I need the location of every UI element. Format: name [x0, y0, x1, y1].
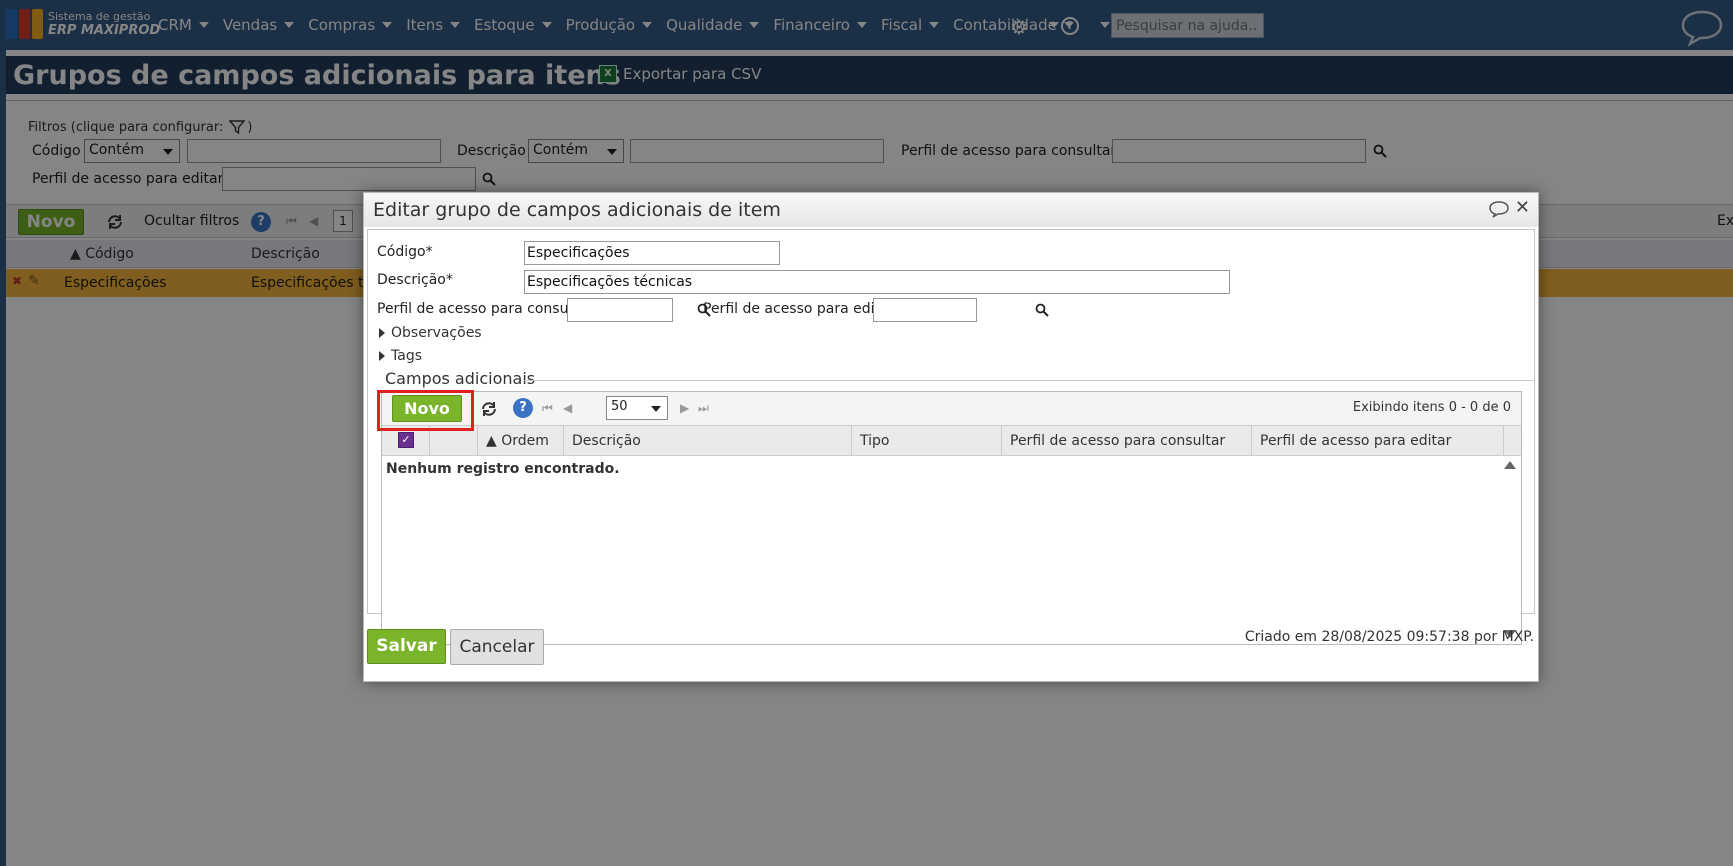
- created-info: Criado em 28/08/2025 09:57:38 por MXP.: [1244, 629, 1534, 645]
- caret-right-icon: [379, 328, 385, 338]
- perfil-editar-label: Perfil de acesso para editar: [703, 301, 895, 317]
- descricao-input[interactable]: Especificações técnicas: [524, 270, 1230, 294]
- dialog-title: Editar grupo de campos adicionais de ite…: [373, 199, 781, 221]
- perfil-consultar-input[interactable]: [567, 298, 673, 322]
- help-icon[interactable]: ?: [513, 398, 533, 418]
- save-button[interactable]: Salvar: [367, 629, 446, 664]
- edit-group-dialog: Editar grupo de campos adicionais de ite…: [363, 192, 1539, 682]
- codigo-input[interactable]: Especificações: [524, 241, 780, 265]
- sub-grid-header: ✓ ▲ Ordem Descrição Tipo Perfil de acess…: [382, 426, 1521, 456]
- additional-fields-grid: Novo ? ⏮ ◀ 50 ▶ ⏭ Exibindo itens 0 - 0 d…: [381, 391, 1522, 645]
- column-ordem[interactable]: ▲ Ordem: [478, 426, 564, 456]
- last-page-icon[interactable]: ⏭: [698, 401, 709, 416]
- column-perfil-consultar[interactable]: Perfil de acesso para consultar: [1002, 426, 1252, 456]
- comment-icon[interactable]: [1488, 200, 1510, 218]
- section-divider: [523, 380, 1533, 381]
- column-descricao[interactable]: Descrição: [564, 426, 852, 456]
- codigo-label: Código*: [377, 244, 433, 260]
- select-all-checkbox[interactable]: ✓: [398, 432, 414, 448]
- prev-page-icon[interactable]: ◀: [563, 401, 572, 415]
- scroll-up-icon[interactable]: [1504, 461, 1516, 469]
- first-page-icon[interactable]: ⏮: [542, 401, 553, 416]
- next-page-icon[interactable]: ▶: [680, 401, 689, 415]
- observacoes-toggle[interactable]: Observações: [379, 325, 482, 341]
- sub-grid-toolbar: Novo ? ⏮ ◀ 50 ▶ ⏭ Exibindo itens 0 - 0 d…: [382, 392, 1521, 426]
- records-status: Exibindo itens 0 - 0 de 0: [1352, 400, 1511, 415]
- section-title: Campos adicionais: [385, 369, 536, 388]
- close-icon[interactable]: ✕: [1515, 197, 1530, 218]
- search-icon[interactable]: [1035, 303, 1049, 317]
- tags-toggle[interactable]: Tags: [379, 348, 422, 364]
- perfil-editar-input[interactable]: [873, 298, 977, 322]
- highlight-marker: [377, 390, 474, 431]
- column-tipo[interactable]: Tipo: [852, 426, 1002, 456]
- dialog-header: Editar grupo de campos adicionais de ite…: [364, 193, 1538, 227]
- empty-message: Nenhum registro encontrado.: [386, 461, 620, 477]
- caret-right-icon: [379, 351, 385, 361]
- descricao-label: Descrição*: [377, 272, 453, 288]
- refresh-icon[interactable]: [480, 401, 498, 417]
- column-perfil-editar[interactable]: Perfil de acesso para editar: [1252, 426, 1504, 456]
- page-size-select[interactable]: 50: [606, 396, 668, 420]
- perfil-consultar-label: Perfil de acesso para consultar: [377, 301, 593, 317]
- cancel-button[interactable]: Cancelar: [450, 629, 544, 665]
